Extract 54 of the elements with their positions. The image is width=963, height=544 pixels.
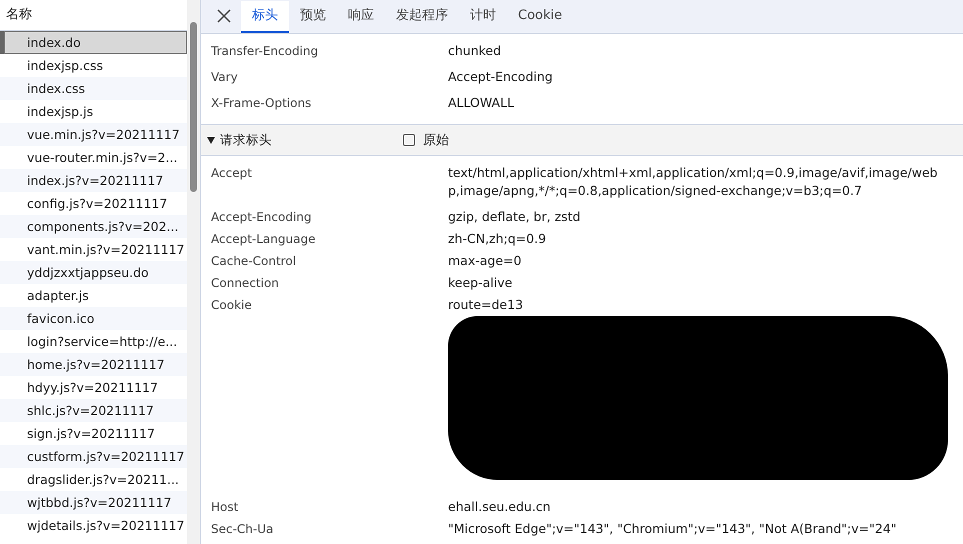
request-item[interactable]: indexjsp.css: [0, 54, 187, 77]
request-item[interactable]: yddjzxxtjappseu.do: [0, 261, 187, 284]
tab[interactable]: 响应: [337, 1, 385, 33]
request-item[interactable]: vue.min.js?v=20211117: [0, 123, 187, 146]
request-item[interactable]: indexjsp.js: [0, 100, 187, 123]
header-value: Accept-Encoding: [448, 68, 553, 86]
tab[interactable]: 预览: [289, 1, 337, 33]
request-item[interactable]: wjdetails.js?v=20211117: [0, 514, 187, 537]
request-item[interactable]: components.js?v=202...: [0, 215, 187, 238]
tab[interactable]: 发起程序: [385, 1, 459, 33]
request-item[interactable]: index.js?v=20211117: [0, 169, 187, 192]
header-value: max-age=0: [448, 253, 522, 268]
header-name: Accept: [211, 165, 253, 182]
section-toggle[interactable]: 请求标头: [207, 132, 403, 148]
request-item[interactable]: config.js?v=20211117: [0, 192, 187, 215]
header-name: Transfer-Encoding: [211, 43, 320, 60]
request-item[interactable]: dragslider.js?v=20211...: [0, 468, 187, 491]
tab[interactable]: 标头: [241, 1, 289, 33]
header-name: Host: [211, 499, 240, 516]
request-item[interactable]: vue-router.min.js?v=2...: [0, 146, 187, 169]
request-item[interactable]: index.do: [0, 31, 187, 54]
header-name: Accept-Language: [211, 231, 316, 248]
header-name: Cache-Control: [211, 253, 298, 270]
request-item[interactable]: sign.js?v=20211117: [0, 422, 187, 445]
header-name: Cookie: [211, 297, 253, 314]
header-value: ehall.seu.edu.cn: [448, 499, 551, 514]
header-value: keep-alive: [448, 275, 512, 290]
raw-checkbox[interactable]: 原始: [403, 131, 449, 149]
scrollbar[interactable]: [187, 0, 200, 544]
request-item[interactable]: index.css: [0, 77, 187, 100]
request-item[interactable]: vant.min.js?v=20211117: [0, 238, 187, 261]
tab[interactable]: 计时: [459, 1, 507, 33]
request-item[interactable]: home.js?v=20211117: [0, 353, 187, 376]
header-name: X-Frame-Options: [211, 95, 312, 112]
tab[interactable]: Cookie: [507, 1, 574, 33]
request-item[interactable]: hdyy.js?v=20211117: [0, 376, 187, 399]
request-item[interactable]: shlc.js?v=20211117: [0, 399, 187, 422]
header-value: text/html,application/xhtml+xml,application/xml;q=0.9,image/avif,image/webp,image/apng,*/*;q=0.8,application/signed-exchange;v=b3;q=0.7: [448, 165, 938, 198]
header-value: route=de13: [448, 297, 524, 312]
request-item[interactable]: favicon.ico: [0, 307, 187, 330]
header-value: gzip, deflate, br, zstd: [448, 209, 580, 224]
header-name: Sec-Ch-Ua: [211, 521, 274, 538]
header-name: Connection: [211, 275, 280, 292]
header-value: zh-CN,zh;q=0.9: [448, 231, 546, 246]
request-item[interactable]: wjtbbd.js?v=20211117: [0, 491, 187, 514]
request-item[interactable]: adapter.js: [0, 284, 187, 307]
request-item[interactable]: custform.js?v=20211117: [0, 445, 187, 468]
close-icon[interactable]: [217, 9, 231, 23]
header-value: "Microsoft Edge";v="143", "Chromium";v="143", "Not A(Brand";v="24": [448, 521, 897, 536]
header-value: chunked: [448, 42, 502, 60]
request-item[interactable]: login?service=http://e...: [0, 330, 187, 353]
header-name: Vary: [211, 69, 239, 86]
header-value: ALLOWALL: [448, 94, 514, 112]
header-name: Accept-Encoding: [211, 209, 313, 226]
